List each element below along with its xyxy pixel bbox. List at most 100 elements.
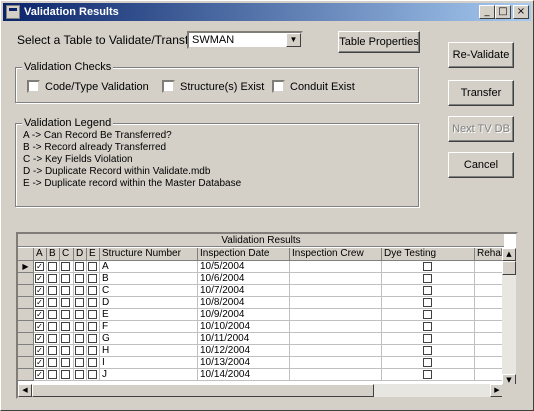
flag-checkbox[interactable] bbox=[61, 298, 70, 307]
flag-checkbox[interactable] bbox=[48, 346, 57, 355]
flag-checkbox[interactable] bbox=[48, 358, 57, 367]
flag-checkbox[interactable] bbox=[48, 286, 57, 295]
flag-checkbox[interactable]: ✓ bbox=[35, 346, 44, 355]
column-header[interactable]: Dye Testing bbox=[382, 248, 475, 261]
horizontal-scroll-thumb[interactable] bbox=[32, 384, 374, 397]
flag-checkbox[interactable]: ✓ bbox=[35, 298, 44, 307]
flag-checkbox[interactable] bbox=[75, 298, 84, 307]
chevron-down-icon[interactable]: ▼ bbox=[286, 33, 301, 47]
scroll-up-icon[interactable]: ▲ bbox=[502, 248, 516, 261]
flag-checkbox[interactable] bbox=[48, 310, 57, 319]
horizontal-scrollbar[interactable]: ◀ ▶ bbox=[18, 384, 504, 397]
row-selector[interactable] bbox=[18, 309, 34, 321]
flag-checkbox[interactable] bbox=[61, 358, 70, 367]
cancel-button[interactable]: Cancel bbox=[448, 152, 514, 178]
flag-checkbox[interactable] bbox=[61, 370, 70, 379]
row-selector[interactable] bbox=[18, 321, 34, 333]
inspection-crew-cell[interactable] bbox=[290, 369, 382, 381]
inspection-crew-cell[interactable] bbox=[290, 333, 382, 345]
inspection-date-cell[interactable]: 10/9/2004 bbox=[198, 309, 290, 321]
structure-number-cell[interactable]: C bbox=[100, 285, 198, 297]
inspection-date-cell[interactable]: 10/13/2004 bbox=[198, 357, 290, 369]
inspection-crew-cell[interactable] bbox=[290, 321, 382, 333]
dye-testing-cell[interactable] bbox=[382, 309, 475, 321]
checkbox-box[interactable] bbox=[162, 80, 175, 93]
revalidate-button[interactable]: Re-Validate bbox=[448, 42, 514, 68]
structure-number-cell[interactable]: H bbox=[100, 345, 198, 357]
column-header[interactable]: B bbox=[47, 248, 60, 261]
title-bar[interactable]: Validation Results _ □ × bbox=[3, 3, 531, 21]
column-header[interactable]: D bbox=[74, 248, 87, 261]
structure-number-cell[interactable]: I bbox=[100, 357, 198, 369]
flag-checkbox[interactable] bbox=[75, 286, 84, 295]
checkbox-box[interactable] bbox=[272, 80, 285, 93]
flag-checkbox[interactable] bbox=[61, 310, 70, 319]
rehab-cell[interactable] bbox=[475, 345, 505, 357]
dye-testing-cell[interactable] bbox=[382, 345, 475, 357]
flag-checkbox[interactable] bbox=[75, 346, 84, 355]
flag-checkbox[interactable] bbox=[88, 262, 97, 271]
dye-testing-cell[interactable] bbox=[382, 369, 475, 381]
inspection-date-cell[interactable]: 10/11/2004 bbox=[198, 333, 290, 345]
structure-number-cell[interactable]: B bbox=[100, 273, 198, 285]
flag-checkbox[interactable]: ✓ bbox=[35, 358, 44, 367]
row-selector[interactable] bbox=[18, 333, 34, 345]
dye-testing-checkbox[interactable] bbox=[423, 274, 432, 283]
dye-testing-cell[interactable] bbox=[382, 333, 475, 345]
scroll-left-icon[interactable]: ◀ bbox=[18, 384, 32, 397]
flag-checkbox[interactable] bbox=[88, 286, 97, 295]
inspection-crew-cell[interactable] bbox=[290, 273, 382, 285]
rehab-cell[interactable] bbox=[475, 309, 505, 321]
structure-number-cell[interactable]: D bbox=[100, 297, 198, 309]
structure-number-cell[interactable]: F bbox=[100, 321, 198, 333]
flag-checkbox[interactable]: ✓ bbox=[35, 274, 44, 283]
close-button[interactable]: × bbox=[513, 5, 529, 19]
flag-checkbox[interactable]: ✓ bbox=[35, 310, 44, 319]
flag-checkbox[interactable]: ✓ bbox=[35, 262, 44, 271]
rehab-cell[interactable] bbox=[475, 261, 505, 273]
flag-checkbox[interactable] bbox=[75, 370, 84, 379]
inspection-crew-cell[interactable] bbox=[290, 357, 382, 369]
flag-checkbox[interactable] bbox=[88, 346, 97, 355]
column-header[interactable]: C bbox=[60, 248, 74, 261]
inspection-date-cell[interactable]: 10/10/2004 bbox=[198, 321, 290, 333]
dye-testing-cell[interactable] bbox=[382, 285, 475, 297]
flag-checkbox[interactable]: ✓ bbox=[35, 286, 44, 295]
structures-checkbox[interactable]: Structure(s) Exist bbox=[162, 80, 264, 93]
flag-checkbox[interactable]: ✓ bbox=[35, 322, 44, 331]
dye-testing-checkbox[interactable] bbox=[423, 310, 432, 319]
rehab-cell[interactable] bbox=[475, 321, 505, 333]
column-header[interactable]: A bbox=[34, 248, 47, 261]
row-selector[interactable] bbox=[18, 297, 34, 309]
row-selector[interactable] bbox=[18, 285, 34, 297]
flag-checkbox[interactable] bbox=[75, 262, 84, 271]
flag-checkbox[interactable] bbox=[48, 334, 57, 343]
flag-checkbox[interactable] bbox=[48, 322, 57, 331]
flag-checkbox[interactable] bbox=[88, 310, 97, 319]
column-header[interactable]: Inspection Date bbox=[198, 248, 290, 261]
dye-testing-cell[interactable] bbox=[382, 273, 475, 285]
flag-checkbox[interactable] bbox=[88, 274, 97, 283]
flag-checkbox[interactable] bbox=[88, 358, 97, 367]
transfer-button[interactable]: Transfer bbox=[448, 80, 514, 106]
dye-testing-cell[interactable] bbox=[382, 261, 475, 273]
flag-checkbox[interactable] bbox=[88, 322, 97, 331]
inspection-date-cell[interactable]: 10/8/2004 bbox=[198, 297, 290, 309]
dye-testing-checkbox[interactable] bbox=[423, 286, 432, 295]
flag-checkbox[interactable]: ✓ bbox=[35, 370, 44, 379]
dye-testing-cell[interactable] bbox=[382, 321, 475, 333]
structure-number-cell[interactable]: A bbox=[100, 261, 198, 273]
flag-checkbox[interactable] bbox=[61, 322, 70, 331]
rehab-cell[interactable] bbox=[475, 273, 505, 285]
validation-results-grid[interactable]: Validation Results A B C D E Structure Number… bbox=[16, 232, 518, 399]
structure-number-cell[interactable]: J bbox=[100, 369, 198, 381]
vertical-scrollbar[interactable]: ▲ ▼ bbox=[502, 248, 516, 387]
dye-testing-checkbox[interactable] bbox=[423, 334, 432, 343]
flag-checkbox[interactable] bbox=[75, 358, 84, 367]
inspection-crew-cell[interactable] bbox=[290, 297, 382, 309]
flag-checkbox[interactable] bbox=[88, 370, 97, 379]
minimize-button[interactable]: _ bbox=[479, 5, 495, 19]
flag-checkbox[interactable] bbox=[48, 262, 57, 271]
vertical-scroll-thumb[interactable] bbox=[502, 261, 516, 275]
flag-checkbox[interactable] bbox=[61, 334, 70, 343]
